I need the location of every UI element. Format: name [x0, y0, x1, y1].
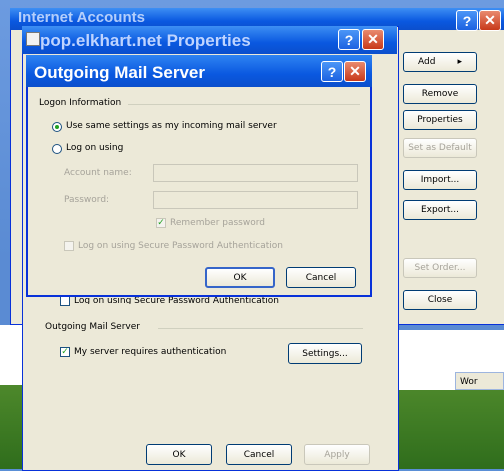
internet-accounts-title: Internet Accounts [18, 9, 145, 26]
export-button[interactable]: Export... [403, 200, 477, 220]
close-button[interactable]: Close [403, 290, 477, 310]
group-divider [128, 104, 360, 105]
cancel-button[interactable]: Cancel [226, 444, 292, 465]
outgoing-group-label: Outgoing Mail Server [45, 322, 140, 332]
remember-password-checkbox[interactable]: ✓ [156, 218, 166, 228]
radio-log-on-using[interactable] [52, 144, 62, 154]
password-label: Password: [64, 195, 110, 205]
dialog-ok-button[interactable]: OK [205, 267, 275, 288]
properties-button[interactable]: Properties [403, 110, 477, 130]
help-icon[interactable]: ? [338, 29, 360, 50]
settings-button[interactable]: Settings... [288, 343, 362, 364]
requires-auth-checkbox[interactable]: ✓ [60, 347, 70, 357]
taskbar-item-label: Wor [460, 377, 478, 387]
account-name-field[interactable] [153, 164, 358, 182]
properties-title: pop.elkhart.net Properties [40, 31, 251, 50]
logon-group-label: Logon Information [39, 98, 122, 108]
remember-password-label: Remember password [170, 218, 265, 228]
add-button[interactable]: Add ▸ [403, 52, 477, 72]
close-icon[interactable]: ✕ [362, 29, 384, 50]
radio-same-settings-label: Use same settings as my incoming mail se… [66, 121, 277, 131]
arrow-right-icon: ▸ [457, 57, 462, 67]
dialog-title: Outgoing Mail Server [34, 63, 205, 82]
radio-same-settings[interactable] [52, 122, 62, 132]
requires-auth-label: My server requires authentication [74, 347, 227, 357]
spa-checkbox-behind[interactable] [60, 296, 70, 306]
set-default-button[interactable]: Set as Default [403, 138, 477, 158]
help-icon[interactable]: ? [456, 10, 478, 31]
spa-label-behind: Log on using Secure Password Authenticat… [74, 296, 279, 304]
set-order-button[interactable]: Set Order... [403, 258, 477, 278]
spa-label: Log on using Secure Password Authenticat… [78, 241, 283, 251]
help-icon[interactable]: ? [321, 61, 343, 82]
taskbar-item-word[interactable]: Wor [455, 372, 504, 390]
ok-button[interactable]: OK [146, 444, 212, 465]
spa-checkbox[interactable] [64, 241, 74, 251]
account-name-label: Account name: [64, 168, 132, 178]
group-divider [158, 328, 363, 329]
envelope-icon [26, 32, 40, 46]
remove-button[interactable]: Remove [403, 84, 477, 104]
import-button[interactable]: Import... [403, 170, 477, 190]
dialog-cancel-button[interactable]: Cancel [286, 267, 356, 288]
apply-button[interactable]: Apply [304, 444, 370, 465]
close-icon[interactable]: ✕ [479, 10, 501, 31]
radio-log-on-using-label: Log on using [66, 143, 124, 153]
close-icon[interactable]: ✕ [344, 61, 366, 82]
password-field[interactable] [153, 191, 358, 209]
